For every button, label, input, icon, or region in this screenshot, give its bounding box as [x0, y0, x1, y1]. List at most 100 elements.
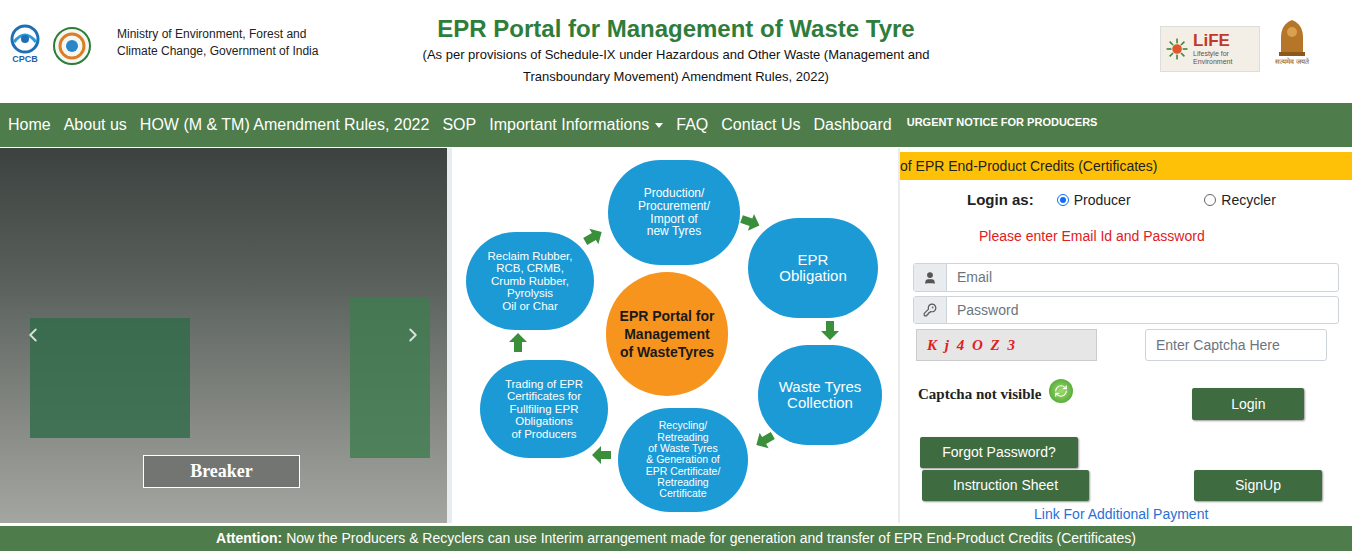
caption-text: Breaker [190, 458, 253, 485]
nav-item[interactable]: Home [8, 113, 51, 137]
center-line: Management [624, 325, 710, 343]
life-tagline: Lifestyle for Environment [1193, 50, 1255, 66]
center-node: EPR Portal forManagementof WasteTyres [606, 272, 728, 396]
carousel-prev-icon[interactable] [22, 324, 44, 346]
additional-payment-link[interactable]: Link For Additional Payment [900, 505, 1352, 523]
node-line: Reclaim Rubber, [487, 250, 572, 262]
arrow-icon [578, 222, 608, 252]
arrow-icon [591, 444, 613, 466]
cycle-node: Waste TyresCollection [758, 345, 882, 445]
arrow-icon [736, 208, 764, 236]
machine-shape [30, 318, 190, 438]
ministry-line: Climate Change, Government of India [117, 43, 318, 60]
email-placeholder: Email [947, 264, 992, 291]
node-line: Fullfiling EPR [509, 403, 578, 415]
node-line: Obligations [515, 415, 573, 427]
radio-circle [1204, 194, 1216, 206]
forgot-password-button[interactable]: Forgot Password? [920, 437, 1078, 468]
captcha-row: K j 4 O Z 3Enter Captcha Here [900, 329, 1352, 361]
password-field[interactable]: Password [913, 296, 1339, 324]
cpcb-logo: CPCB [4, 24, 46, 64]
role-radio[interactable]: Recycler [1204, 190, 1352, 211]
user-icon [923, 271, 937, 285]
cycle-node: EPRObligation [748, 218, 878, 318]
dropdown-caret-icon [655, 123, 663, 128]
node-line: Retreading [657, 432, 708, 443]
carousel-caption: Breaker [143, 455, 300, 488]
node-line: new Tyres [647, 225, 701, 238]
node-line: Pyrolysis [507, 287, 553, 299]
attention-text: Now the Producers & Recyclers can use In… [286, 528, 1136, 549]
ministry-line: Ministry of Environment, Forest and [117, 26, 318, 43]
nav-item[interactable]: Important Informations [489, 113, 663, 137]
emblem-icon [1275, 16, 1309, 58]
arrow-icon [507, 332, 529, 354]
signup-button[interactable]: SignUp [1194, 470, 1322, 501]
header: CPCB Ministry of Environment, Forest andC… [0, 0, 1352, 100]
node-line: Procurement/ [638, 200, 710, 213]
cycle-node: Trading of EPRCertificates forFullfiling… [480, 360, 608, 458]
node-line: RCB, CRMB, [496, 262, 564, 274]
nav-item[interactable]: Dashboard [813, 113, 891, 137]
nav-item[interactable]: About us [64, 113, 127, 137]
nav-item[interactable]: FAQ [676, 113, 708, 137]
node-line: Certificates for [507, 390, 581, 402]
node-line: Recycling/ [659, 420, 707, 431]
password-placeholder: Password [947, 297, 1018, 323]
email-icon-box [914, 264, 947, 291]
password-icon-box [914, 297, 947, 323]
cycle-node: Production/Procurement/Import ofnew Tyre… [608, 160, 740, 265]
login-button[interactable]: Login [1192, 388, 1304, 420]
refresh-icon [1054, 384, 1068, 398]
instruction-sheet-button[interactable]: Instruction Sheet [922, 470, 1089, 501]
node-line: Waste Tyres [779, 379, 862, 395]
main-area: Breaker Production/Procurement/Import ofn… [0, 148, 1352, 523]
cycle-node: Reclaim Rubber,RCB, CRMB,Crumb Rubber,Py… [466, 232, 594, 330]
emblem: सत्यमेव जयते [1268, 16, 1316, 67]
error-message: Please enter Email Id and Password [900, 226, 1352, 246]
node-line: Certificate [659, 488, 706, 499]
node-line: of Producers [511, 428, 576, 440]
captcha-hint: Captcha not visible [918, 383, 1041, 406]
instruction-row: Instruction Sheet SignUp [900, 470, 1352, 501]
center-line: EPR Portal for [620, 307, 715, 325]
nav-bar: Home About us HOW (M & TM) Amendment Rules… [0, 103, 1352, 147]
arrow-icon [819, 319, 841, 341]
portal-subtitle: (As per provisions of Schedule-IX under … [423, 44, 930, 66]
attention-bar: Attention:Now the Producers & Recyclers … [0, 526, 1352, 551]
refresh-button[interactable] [1049, 379, 1073, 403]
carousel-next-icon[interactable] [402, 324, 424, 346]
photo-carousel: Breaker [0, 148, 447, 523]
role-row: Login as:ProducerRecycler [900, 189, 1352, 211]
captcha-placeholder: Enter Captcha Here [1156, 335, 1280, 356]
attention-label: Attention: [216, 528, 282, 549]
portal-subtitle: Transboundary Movement) Amendment Rules,… [523, 66, 829, 88]
email-field[interactable]: Email [913, 263, 1339, 292]
node-line: Trading of EPR [505, 378, 583, 390]
header-left: CPCB Ministry of Environment, Forest andC… [0, 0, 375, 100]
radio-dot [1060, 197, 1066, 203]
life-sun-icon [1165, 34, 1189, 64]
captcha-input[interactable]: Enter Captcha Here [1145, 329, 1327, 361]
portal-title: EPR Portal for Management of Waste Tyre [437, 14, 914, 44]
role-radio[interactable]: Producer [1057, 190, 1205, 211]
urgent-notice[interactable]: URGENT NOTICE FOR PRODUCERS [907, 114, 1098, 131]
nav-item[interactable]: SOP [442, 113, 476, 137]
nav-item[interactable]: HOW (M & TM) Amendment Rules, 2022 [140, 113, 430, 137]
node-line: Production/ [644, 187, 705, 200]
captcha-login-row: Captcha not visibleLogin [900, 388, 1352, 420]
marquee-text: of EPR End-Product Credits (Certificates… [900, 156, 1158, 177]
life-logo: LiFELifestyle for Environment [1160, 26, 1260, 72]
cycle-diagram: Production/Procurement/Import ofnew Tyre… [452, 148, 898, 523]
key-icon [923, 303, 937, 317]
marquee-bar: of EPR End-Product Credits (Certificates… [900, 152, 1352, 180]
node-line: Import of [650, 213, 697, 226]
header-right: LiFELifestyle for Environment सत्यमेव जयत… [977, 0, 1352, 100]
emblem-caption: सत्यमेव जयते [1275, 58, 1309, 67]
node-line: Crumb Rubber, [491, 275, 569, 287]
node-line: EPR [798, 252, 829, 268]
nav-item[interactable]: Contact Us [721, 113, 800, 137]
ministry-text: Ministry of Environment, Forest andClima… [117, 26, 318, 60]
center-line: of WasteTyres [620, 343, 714, 361]
node-line: Obligation [779, 268, 847, 284]
